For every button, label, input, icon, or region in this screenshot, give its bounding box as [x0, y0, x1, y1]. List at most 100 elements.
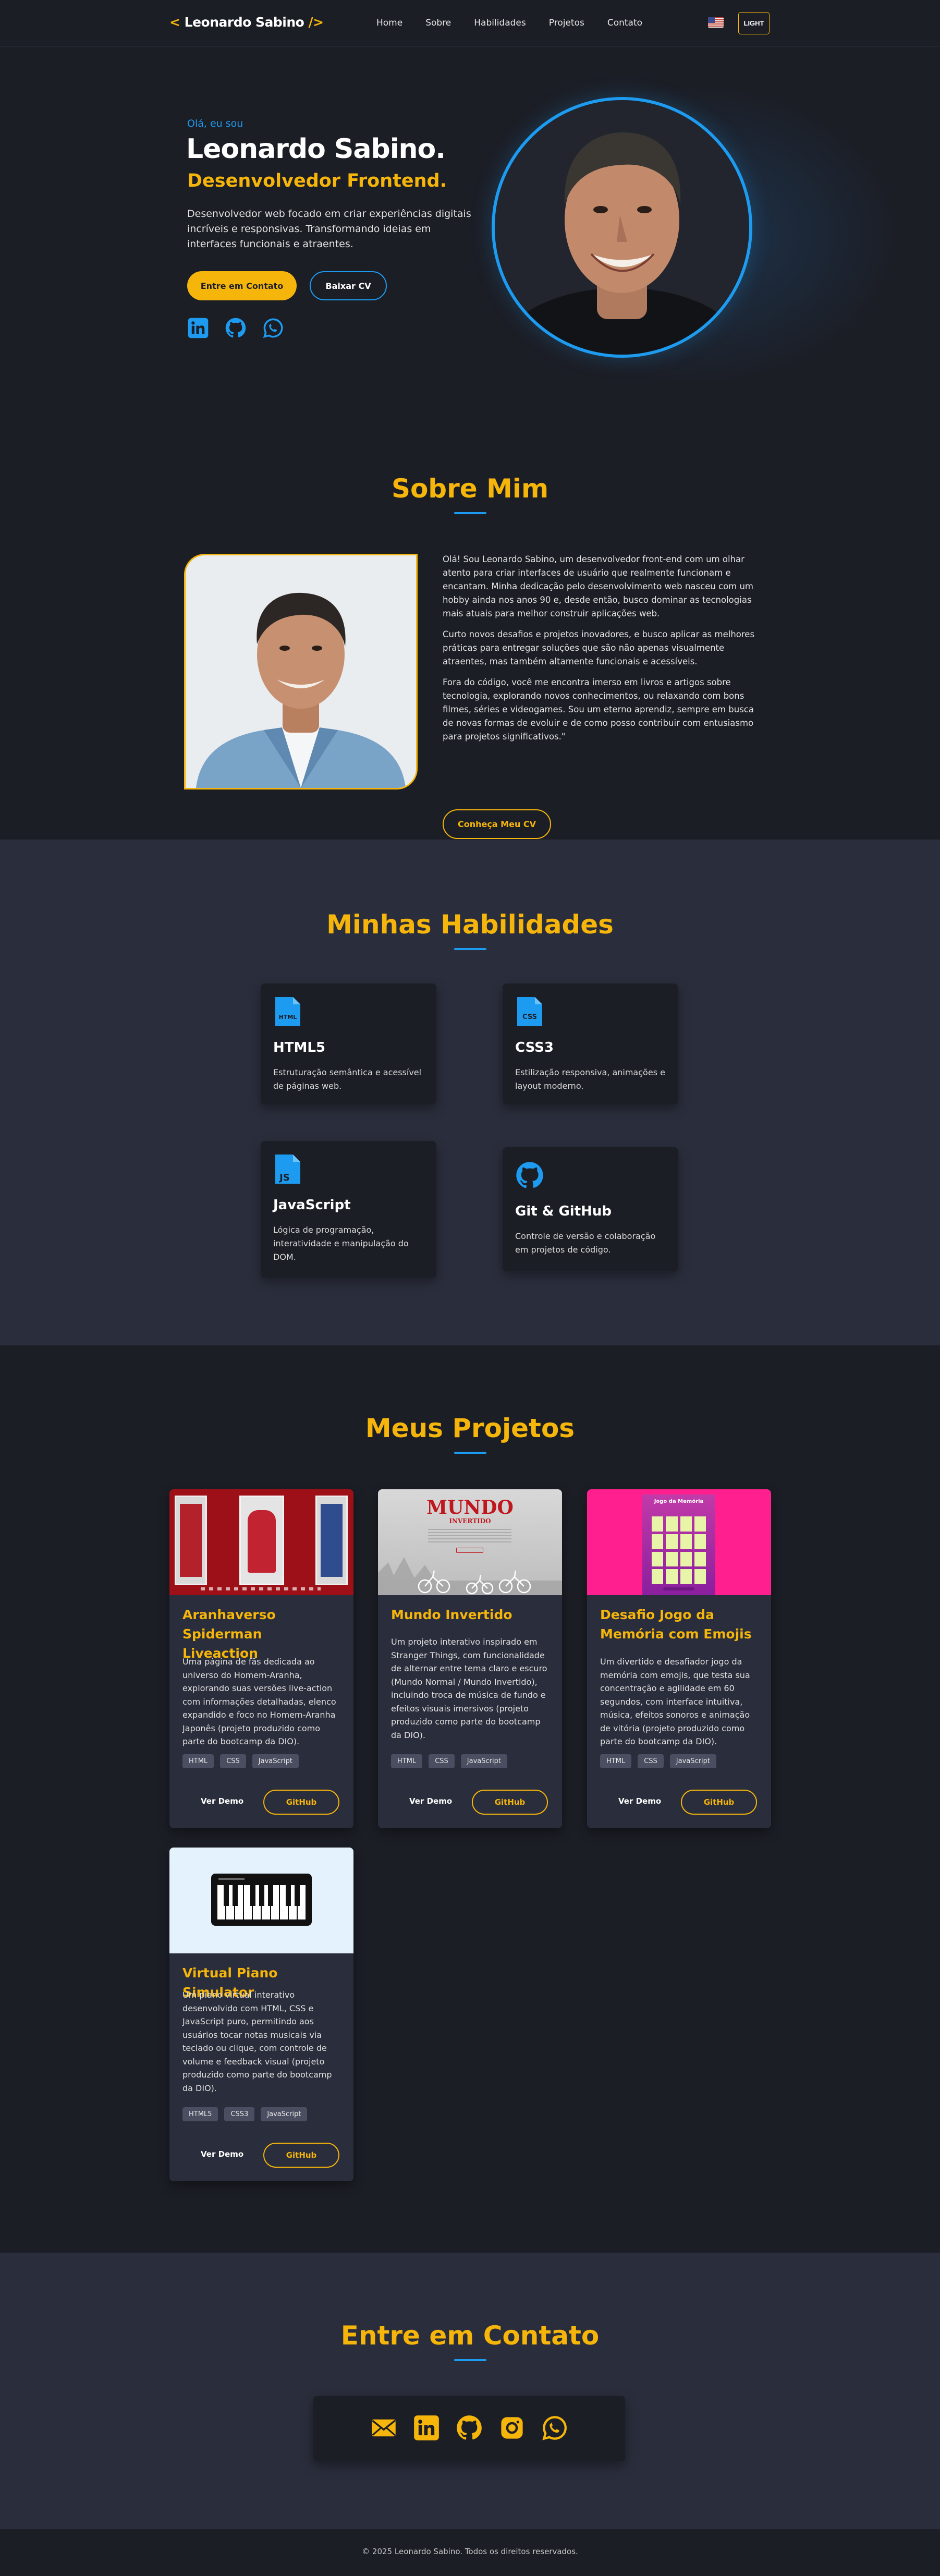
skill-description: Estruturação semântica e acessível de pá… [273, 1067, 422, 1091]
project-description: Um projeto interativo inspirado em Stran… [391, 1637, 547, 1740]
view-demo-link[interactable]: Ver Demo [201, 2149, 243, 2159]
skill-card-css3: CSS CSS3 Estilização responsiva, animaçõ… [503, 983, 678, 1104]
skills-title: Minhas Habilidades [326, 909, 614, 940]
about-title-underline [454, 512, 486, 514]
projects-title: Meus Projetos [365, 1413, 575, 1443]
tag: CSS [220, 1754, 246, 1768]
project-thumbnail [169, 1489, 353, 1595]
nav-link-sobre[interactable]: Sobre [425, 18, 451, 28]
view-demo-link[interactable]: Ver Demo [618, 1796, 661, 1806]
logo-name: Leonardo Sabino [184, 15, 304, 30]
contact-icons [313, 2396, 625, 2461]
skill-icon-text: CSS [522, 1013, 537, 1021]
project-tags: HTML5 CSS3 JavaScript [182, 2107, 308, 2121]
hero-description: Desenvolvedor web focado em criar experi… [187, 208, 471, 250]
skill-description: Controle de versão e colaboração em proj… [515, 1231, 656, 1255]
css3-file-icon: CSS [517, 997, 542, 1026]
tag: HTML5 [182, 2107, 218, 2121]
tag: JavaScript [460, 1754, 507, 1768]
about-title: Sobre Mim [391, 473, 549, 504]
project-tags: HTML CSS JavaScript [182, 1754, 299, 1768]
contact-title-underline [454, 2359, 486, 2361]
linkedin-icon[interactable] [413, 2414, 440, 2444]
skill-title: CSS3 [515, 1040, 554, 1055]
footer: © 2025 Leonardo Sabino. Todos os direito… [0, 2529, 940, 2576]
tag: HTML [182, 1754, 214, 1768]
tag: HTML [600, 1754, 632, 1768]
github-button[interactable]: GitHub [263, 1790, 339, 1815]
nav-link-habilidades[interactable]: Habilidades [474, 18, 526, 28]
instagram-icon[interactable] [498, 2414, 526, 2444]
nav-links: Home Sobre Habilidades Projetos Contato [376, 18, 642, 28]
github-button[interactable]: GitHub [263, 2143, 339, 2168]
github-icon[interactable] [456, 2414, 483, 2444]
tag: HTML [391, 1754, 423, 1768]
about-paragraph: Olá! Sou Leonardo Sabino, um desenvolved… [443, 554, 754, 618]
skill-card-html5: HTML HTML5 Estruturação semântica e aces… [261, 983, 436, 1104]
email-icon[interactable] [370, 2414, 397, 2444]
github-button[interactable]: GitHub [472, 1790, 548, 1815]
hero-avatar [492, 97, 752, 358]
footer-copyright: © 2025 Leonardo Sabino. Todos os direito… [362, 2547, 578, 2556]
about-paragraph: Fora do código, você me encontra imerso … [443, 677, 754, 742]
thumbnail-subtitle: INVERTIDO [449, 1517, 491, 1525]
logo[interactable]: < Leonardo Sabino /> [169, 15, 324, 30]
whatsapp-icon[interactable] [541, 2414, 568, 2444]
skills-title-underline [454, 948, 486, 950]
contact-button[interactable]: Entre em Contato [187, 271, 297, 300]
hero-greeting: Olá, eu sou [187, 118, 243, 129]
skills-section: Minhas Habilidades HTML HTML5 Estruturaç… [0, 840, 940, 1345]
nav-link-contato[interactable]: Contato [607, 18, 642, 28]
github-button[interactable]: GitHub [681, 1790, 757, 1815]
project-thumbnail: MUNDO INVERTIDO [378, 1489, 562, 1595]
html5-file-icon: HTML [275, 997, 300, 1026]
project-description: Um divertido e desafiador jogo da memóri… [600, 1657, 750, 1746]
skill-title: JavaScript [273, 1197, 351, 1213]
view-demo-link[interactable]: Ver Demo [201, 1796, 243, 1806]
project-tags: HTML CSS JavaScript [600, 1754, 716, 1768]
nav-link-home[interactable]: Home [376, 18, 402, 28]
download-cv-button[interactable]: Baixar CV [310, 271, 387, 300]
logo-close-bracket: /> [308, 15, 324, 30]
skill-card-git-github: Git & GitHub Controle de versão e colabo… [503, 1147, 678, 1271]
skill-icon-text: JS [278, 1172, 290, 1183]
logo-open-bracket: < [169, 15, 180, 30]
project-title: Mundo Invertido [391, 1607, 512, 1622]
nav-link-projetos[interactable]: Projetos [549, 18, 584, 28]
tag: CSS [638, 1754, 664, 1768]
project-card-piano: Virtual Piano Simulator Um piano virtual… [169, 1848, 353, 2181]
view-cv-button[interactable]: Conheça Meu CV [443, 809, 551, 839]
hero-socials [187, 317, 284, 341]
tag: CSS [429, 1754, 455, 1768]
contact-section: Entre em Contato [0, 2253, 940, 2529]
thumbnail-title: MUNDO [426, 1497, 514, 1518]
tag: JavaScript [252, 1754, 299, 1768]
project-thumbnail [169, 1848, 353, 1953]
us-flag-icon[interactable] [708, 17, 724, 28]
skill-description: Lógica de programação, interatividade e … [273, 1225, 409, 1262]
skill-card-javascript: JS JavaScript Lógica de programação, int… [261, 1141, 436, 1278]
about-paragraph: Curto novos desafios e projetos inovador… [443, 629, 755, 666]
skill-description: Estilização responsiva, animações e layo… [515, 1067, 665, 1091]
tag: JavaScript [669, 1754, 716, 1768]
thumbnail-title: Jogo da Memória [654, 1499, 704, 1504]
javascript-file-icon: JS [275, 1155, 300, 1184]
linkedin-icon[interactable] [187, 317, 209, 341]
project-title: Aranhaverso Spiderman Liveaction [182, 1607, 276, 1661]
about-section: Sobre Mim Olá! Sou Leonardo Sabino, um d… [0, 417, 940, 840]
project-card-memory-game: Jogo da Memória Desafio Jogo da Memória … [587, 1489, 771, 1828]
tag: CSS3 [224, 2107, 255, 2121]
skill-title: Git & GitHub [515, 1204, 612, 1219]
about-photo [184, 554, 418, 789]
theme-toggle-button[interactable]: LIGHT [738, 12, 770, 34]
project-description: Um piano virtual interativo desenvolvido… [182, 1990, 332, 2093]
project-card-mundo-invertido: MUNDO INVERTIDO Mundo Invertido Um proje… [378, 1489, 562, 1828]
github-icon [516, 1162, 543, 1188]
projects-title-underline [454, 1452, 486, 1454]
github-icon[interactable] [225, 317, 247, 341]
project-description: Uma página de fãs dedicada ao universo d… [182, 1657, 336, 1746]
project-tags: HTML CSS JavaScript [391, 1754, 507, 1768]
view-demo-link[interactable]: Ver Demo [409, 1796, 452, 1806]
whatsapp-icon[interactable] [262, 317, 284, 341]
tag: JavaScript [261, 2107, 308, 2121]
